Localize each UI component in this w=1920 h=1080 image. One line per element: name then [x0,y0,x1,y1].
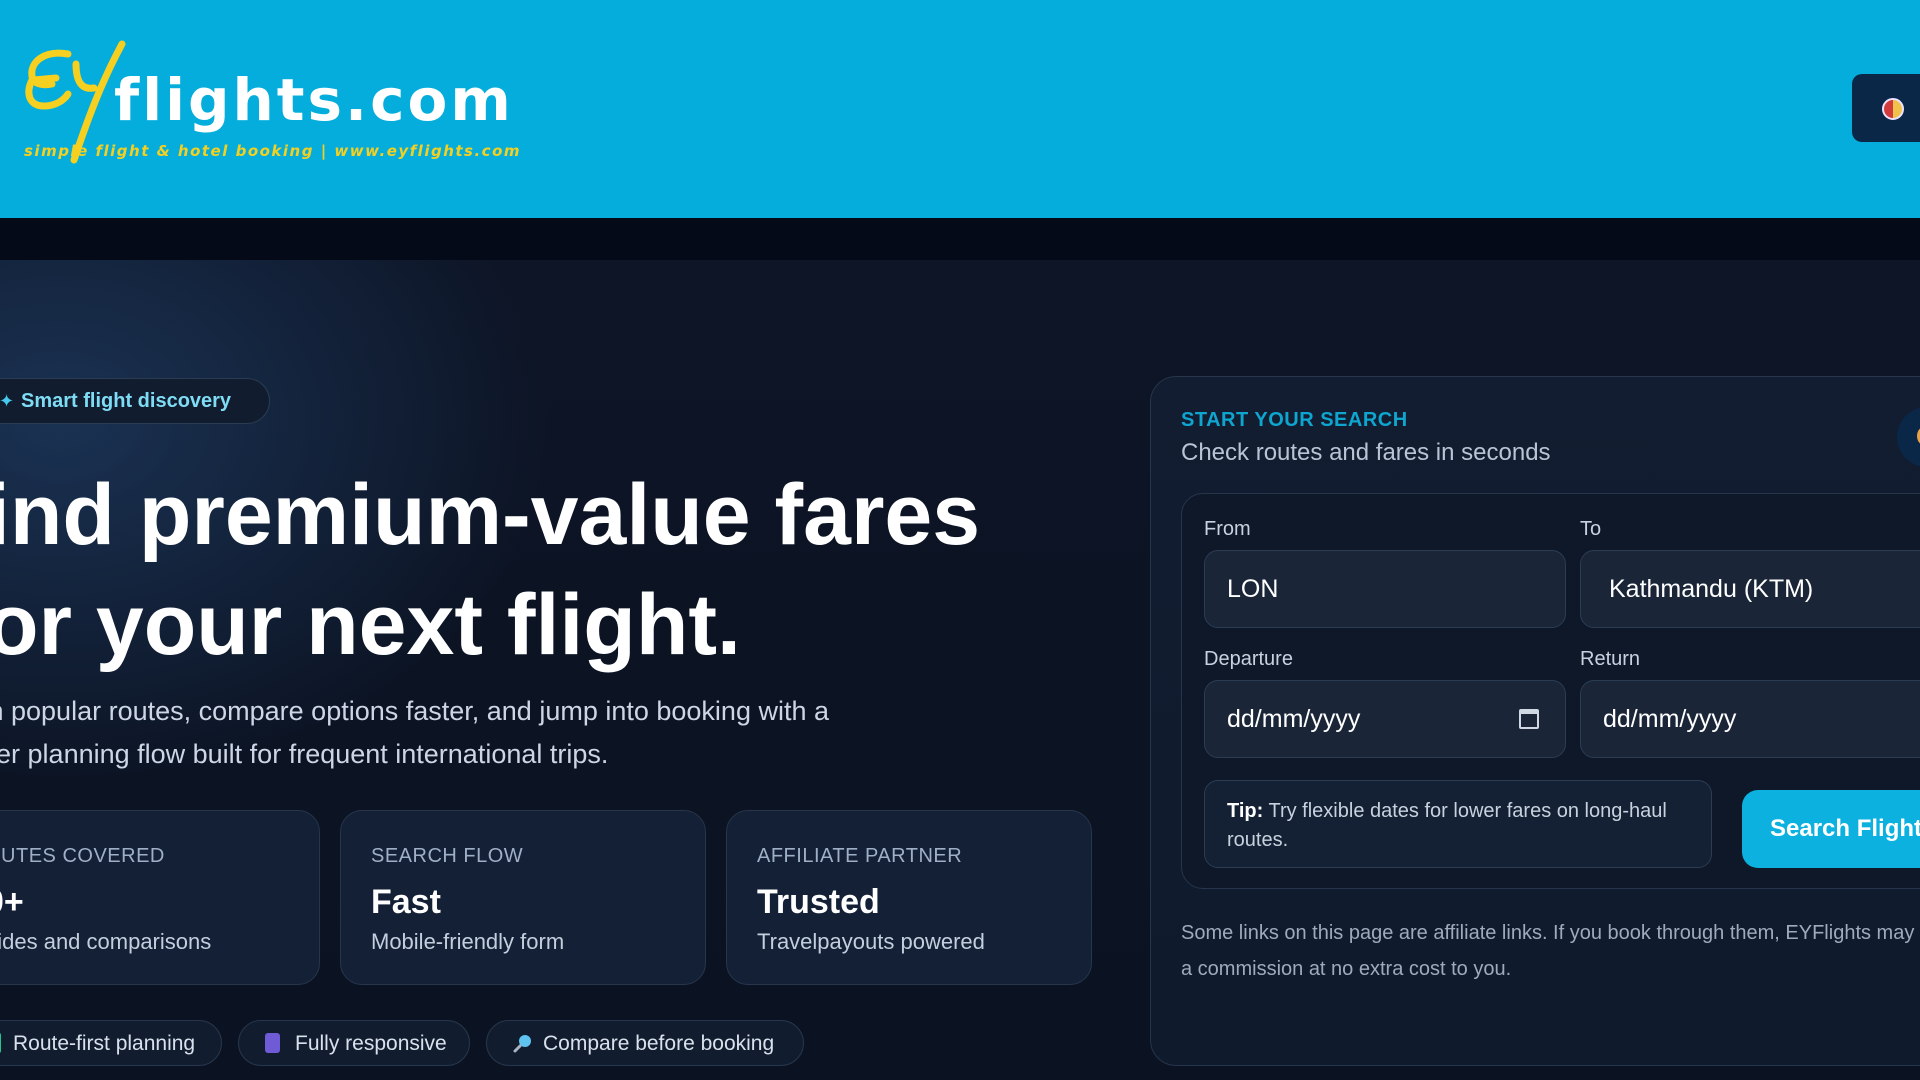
stat-note: Mobile-friendly form [371,929,565,954]
feature-chip-route-planning: Route-first planning [0,1020,222,1066]
plane-badge-icon [1897,407,1920,467]
search-card-kicker: START YOUR SEARCH [1181,409,1408,431]
discovery-badge: ✦ Smart flight discovery [0,378,270,424]
hero-subtext: rch popular routes, compare options fast… [0,690,966,776]
from-input[interactable]: LON [1204,550,1566,628]
stat-label: AFFILIATE PARTNER [757,845,963,867]
tip-label: Tip: [1227,800,1264,822]
header-divider [0,218,1920,260]
from-input-value: LON [1227,575,1279,603]
departure-date-placeholder: dd/mm/yyyy [1227,705,1361,733]
search-tip: Tip: Try flexible dates for lower fares … [1204,780,1712,868]
feature-chip-compare: Compare before booking [486,1020,804,1066]
from-label: From [1204,518,1251,540]
map-pin-icon [0,1033,1,1053]
search-card-caption: Check routes and fares in seconds [1181,439,1551,466]
subtext-line-2: aner planning flow built for frequent in… [0,739,609,769]
stat-note: Travelpayouts powered [757,929,985,954]
headline-line-1: ind premium-value fares [0,467,981,563]
site-logo[interactable]: flights.com simple flight & hotel bookin… [22,40,520,170]
sparkle-icon: ✦ [0,391,15,411]
search-card: START YOUR SEARCH Check routes and fares… [1150,376,1920,1066]
search-flights-button[interactable]: Search Flights [1742,790,1920,868]
stat-value: Fast [371,883,441,921]
logo-tagline: simple flight & hotel booking | www.eyfl… [24,142,522,160]
hero-headline: ind premium-value fares or your next fli… [0,460,1046,680]
phone-icon [265,1033,280,1053]
flag-icon [1882,98,1904,120]
tip-text: Try flexible dates for lower fares on lo… [1227,800,1667,851]
chip-label: Route-first planning [13,1032,196,1055]
stat-card-search-flow: SEARCH FLOW Fast Mobile-friendly form [340,810,706,985]
stat-value: Trusted [757,883,880,921]
headline-line-2: or your next flight. [0,577,741,673]
stat-note: uides and comparisons [0,929,212,954]
chip-label: Compare before booking [543,1032,775,1055]
flight-search-form: From To LON Kathmandu (KTM) ▾ Departure … [1181,493,1920,889]
subtext-line-1: rch popular routes, compare options fast… [0,696,829,726]
departure-date-input[interactable]: dd/mm/yyyy [1204,680,1566,758]
return-date-placeholder: dd/mm/yyyy [1603,705,1737,733]
feature-chip-responsive: Fully responsive [238,1020,470,1066]
return-label: Return [1580,648,1641,670]
return-date-input[interactable]: dd/mm/yyyy [1580,680,1920,758]
departure-label: Departure [1204,648,1293,670]
site-header: flights.com simple flight & hotel bookin… [0,0,1920,218]
stat-label: OUTES COVERED [0,845,165,867]
stat-card-routes: OUTES COVERED 0+ uides and comparisons [0,810,320,985]
to-select[interactable]: Kathmandu (KTM) ▾ [1580,550,1920,628]
magnifier-icon [513,1033,533,1053]
stat-value: 0+ [0,883,24,921]
language-button[interactable] [1852,74,1920,142]
stat-label: SEARCH FLOW [371,845,524,867]
logo-wordmark: flights.com [114,66,514,134]
to-select-value: Kathmandu (KTM) [1609,575,1814,603]
chip-label: Fully responsive [295,1032,447,1055]
to-label: To [1580,518,1602,540]
stat-card-affiliate: AFFILIATE PARTNER Trusted Travelpayouts … [726,810,1092,985]
calendar-icon[interactable] [1519,709,1539,729]
affiliate-disclaimer: Some links on this page are affiliate li… [1181,922,1920,980]
discovery-badge-label: Smart flight discovery [21,390,232,412]
